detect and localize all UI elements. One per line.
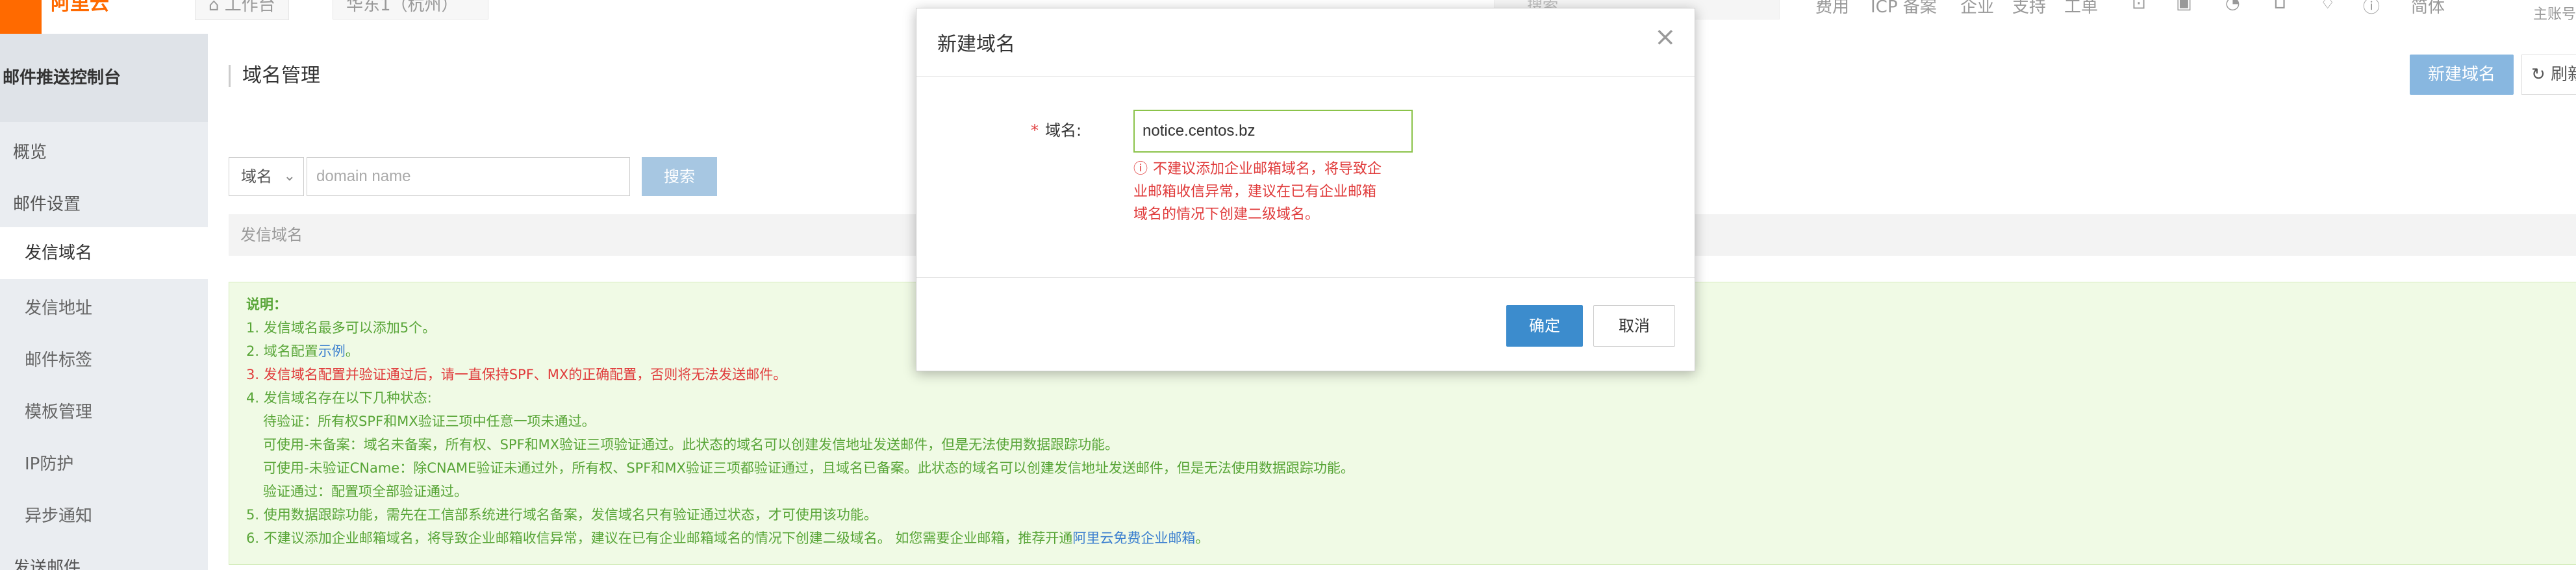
sidebar-item-sender-domain[interactable]: 发信域名 (0, 227, 208, 279)
notice-line-6: 6. 不建议添加企业邮箱域名，将导致企业邮箱收信异常，建议在已有企业邮箱域名的情… (246, 527, 2576, 550)
filter-select-value: 域名 (241, 167, 272, 186)
error-line-1-text: 不建议添加企业邮箱域名，将导致企 (1153, 161, 1382, 177)
sidebar-item-mail-tags[interactable]: 邮件标签 (25, 347, 92, 371)
free-enterprise-mail-link[interactable]: 阿里云免费企业邮箱 (1072, 530, 1195, 546)
error-line-2: 业邮箱收信异常，建议在已有企业邮箱 (1133, 184, 1377, 200)
notice-status-pending: 待验证：所有权SPF和MX验证三项中任意一项未通过。 (263, 414, 596, 429)
sidebar-item-overview[interactable]: 概览 (13, 139, 47, 163)
dialog-header: 新建域名 × (916, 8, 1695, 77)
account-label[interactable]: 主账号 (2533, 3, 2576, 23)
confirm-button[interactable]: 确定 (1506, 305, 1583, 347)
warning-circle-icon: ⓘ (1133, 161, 1148, 177)
nav-link-ticket[interactable]: 工单 (2064, 0, 2098, 18)
domain-field-label: * 域名: (1031, 118, 1081, 140)
error-line-1: ⓘ 不建议添加企业邮箱域名，将导致企 (1133, 158, 1426, 180)
notice-line-6-end: 。 (1195, 530, 1209, 546)
page-title-wrap: 域名管理 (229, 65, 320, 87)
sidebar-item-send-mail[interactable]: 发送邮件 (13, 554, 81, 570)
lightbulb-icon[interactable]: ♢ (2320, 0, 2335, 13)
domain-error-message: ⓘ 不建议添加企业邮箱域名，将导致企 业邮箱收信异常，建议在已有企业邮箱 域名的情… (1133, 158, 1426, 226)
notice-status-verified: 验证通过：配置项全部验证通过。 (263, 484, 468, 499)
notice-line-2-text: 2. 域名配置 (246, 343, 318, 359)
language-selector[interactable]: 简体 (2411, 0, 2445, 18)
notice-line-4: 4. 发信域名存在以下几种状态: (246, 390, 432, 406)
domain-search-input[interactable]: domain name (307, 157, 630, 196)
refresh-label: 刷新 (2551, 65, 2576, 84)
domain-label-text: 域名: (1045, 121, 1082, 140)
workbench-label: 工作台 (224, 0, 275, 15)
nav-link-billing[interactable]: 费用 (1815, 0, 1849, 18)
search-button[interactable]: 搜索 (642, 157, 717, 196)
cart-icon[interactable]: ⊔ (2273, 0, 2286, 13)
dialog-footer: 确定 取消 (916, 277, 1695, 371)
image-icon[interactable]: ▣ (2176, 0, 2192, 13)
region-selector[interactable]: 华东1（杭州） ⌄ (333, 0, 488, 43)
sidebar-item-mail-settings[interactable]: 邮件设置 (13, 191, 81, 215)
sidebar-item-async-notify[interactable]: 异步通知 (25, 502, 92, 527)
new-domain-button[interactable]: 新建域名 (2410, 55, 2514, 95)
domain-name-input[interactable]: notice.centos.bz (1133, 110, 1413, 153)
nav-link-support[interactable]: 支持 (2012, 0, 2046, 18)
cancel-button[interactable]: 取消 (1593, 305, 1675, 347)
workbench-tab[interactable]: ⌂ 工作台 (195, 0, 289, 20)
notice-status-no-cname: 可使用-未验证CName：除CNAME验证未通过外，所有权、SPF和MX验证三项… (263, 460, 1354, 476)
new-domain-dialog: 新建域名 × * 域名: notice.centos.bz ⓘ 不建议添加企业邮箱域… (916, 8, 1695, 371)
feedback-icon[interactable]: ⊡ (2132, 0, 2146, 13)
error-line-3: 域名的情况下创建二级域名。 (1133, 206, 1320, 223)
page: 阿里云 ⌂ 工作台 华东1（杭州） ⌄ 搜索 费用 ICP 备案 企业 支持 工… (0, 0, 2576, 570)
brand-logo[interactable]: 阿里云 (51, 0, 109, 16)
sidebar-item-ip-protection[interactable]: IP防护 (25, 451, 73, 475)
sidebar: 邮件推送控制台 概览 邮件设置 发信域名 发信地址 邮件标签 模板管理 IP防护… (0, 34, 208, 570)
sidebar-item-sender-address[interactable]: 发信地址 (25, 295, 92, 319)
region-label: 华东1（杭州） (346, 0, 459, 15)
nav-link-icp[interactable]: ICP 备案 (1871, 0, 1937, 18)
chevron-down-icon: ⌄ (283, 168, 296, 184)
notice-line-6-text: 6. 不建议添加企业邮箱域名，将导致企业邮箱收信异常，建议在已有企业邮箱域名的情… (246, 530, 1073, 546)
sidebar-item-templates[interactable]: 模板管理 (25, 399, 92, 423)
home-icon: ⌂ (208, 0, 225, 15)
refresh-button[interactable]: ↻ 刷新 (2521, 55, 2576, 95)
close-icon[interactable]: × (1654, 24, 1676, 50)
sidebar-title: 邮件推送控制台 (0, 34, 208, 122)
help-icon[interactable]: ⓘ (2363, 0, 2380, 18)
notice-line-2-end: 。 (345, 343, 359, 359)
dialog-title: 新建域名 (937, 33, 1015, 56)
nav-link-enterprise[interactable]: 企业 (1960, 0, 1994, 18)
domain-search-placeholder: domain name (316, 167, 411, 185)
notice-line-5: 5. 使用数据跟踪功能，需先在工信部系统进行域名备案，发信域名只有验证通过状态，… (246, 507, 878, 523)
page-title: 域名管理 (242, 64, 320, 87)
refresh-icon: ↻ (2531, 65, 2551, 84)
required-mark: * (1031, 121, 1039, 140)
menu-icon[interactable] (0, 0, 42, 34)
filter-field-select[interactable]: 域名 ⌄ (229, 157, 304, 196)
example-link[interactable]: 示例 (318, 343, 346, 359)
bell-icon[interactable]: ◔ (2225, 0, 2240, 13)
column-header-domain: 发信域名 (240, 226, 303, 244)
notice-status-unfiled: 可使用-未备案：域名未备案，所有权、SPF和MX验证三项验证通过。此状态的域名可… (263, 437, 1119, 452)
